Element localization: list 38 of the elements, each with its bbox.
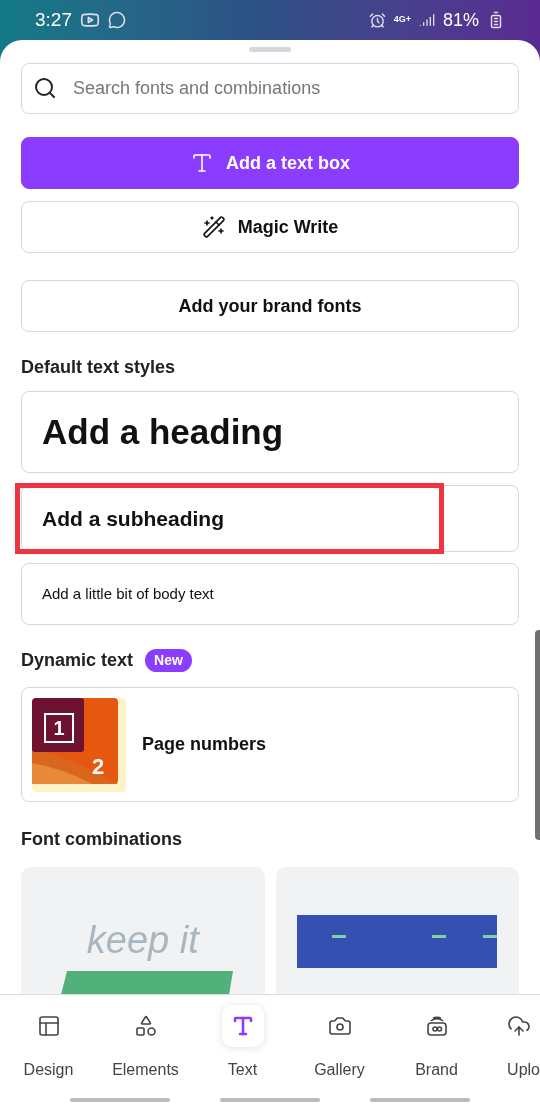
drag-handle[interactable]	[249, 47, 291, 52]
status-time: 3:27	[35, 7, 72, 32]
page-number: 2	[92, 752, 105, 781]
section-title: Font combinations	[21, 828, 183, 851]
nav-tab[interactable]: Text	[194, 1005, 291, 1082]
magic-write-button[interactable]: Magic Write	[21, 201, 519, 253]
nav-tab[interactable]: Brand	[388, 1005, 485, 1082]
layout-icon	[36, 1014, 61, 1038]
chat-app-icon	[108, 11, 126, 29]
signal-icon	[418, 12, 435, 28]
network-type: 4G+	[393, 13, 411, 27]
add-text-box-button[interactable]: Add a text box	[21, 137, 519, 189]
number-frame: 1	[44, 712, 74, 743]
shapes-icon	[133, 1014, 158, 1038]
text-style-option[interactable]: Add a subheading	[21, 485, 519, 552]
page-numbers-option[interactable]: 1 2 Page numbers	[21, 687, 519, 802]
brand-fonts-button[interactable]: Add your brand fonts	[21, 280, 519, 332]
text-icon	[190, 151, 214, 175]
alarm-icon	[368, 11, 386, 29]
magic-wand-icon	[201, 215, 226, 239]
upload-icon	[507, 1014, 531, 1038]
preview-text: keep it	[86, 921, 199, 959]
brand-icon	[424, 1014, 449, 1038]
nav-tab[interactable]: Design	[0, 1005, 97, 1082]
new-badge: New	[145, 649, 192, 672]
nav-tab[interactable]: Gallery	[291, 1005, 388, 1082]
section-title: Dynamic text	[21, 649, 134, 672]
nav-tab[interactable]: Uplo	[485, 1005, 540, 1082]
nav-tab[interactable]: Elements	[97, 1005, 194, 1082]
search-field[interactable]: Search fonts and combinations	[21, 63, 519, 114]
search-icon	[33, 76, 57, 100]
text-style-option[interactable]: Add a little bit of body text	[21, 563, 519, 625]
video-app-icon	[80, 10, 100, 30]
section-title: Default text styles	[21, 356, 177, 379]
font-combination-card[interactable]	[275, 867, 519, 995]
battery-percent: 81%	[442, 8, 479, 32]
text-style-option[interactable]: Add a heading	[21, 391, 519, 473]
camera-icon	[327, 1014, 352, 1038]
